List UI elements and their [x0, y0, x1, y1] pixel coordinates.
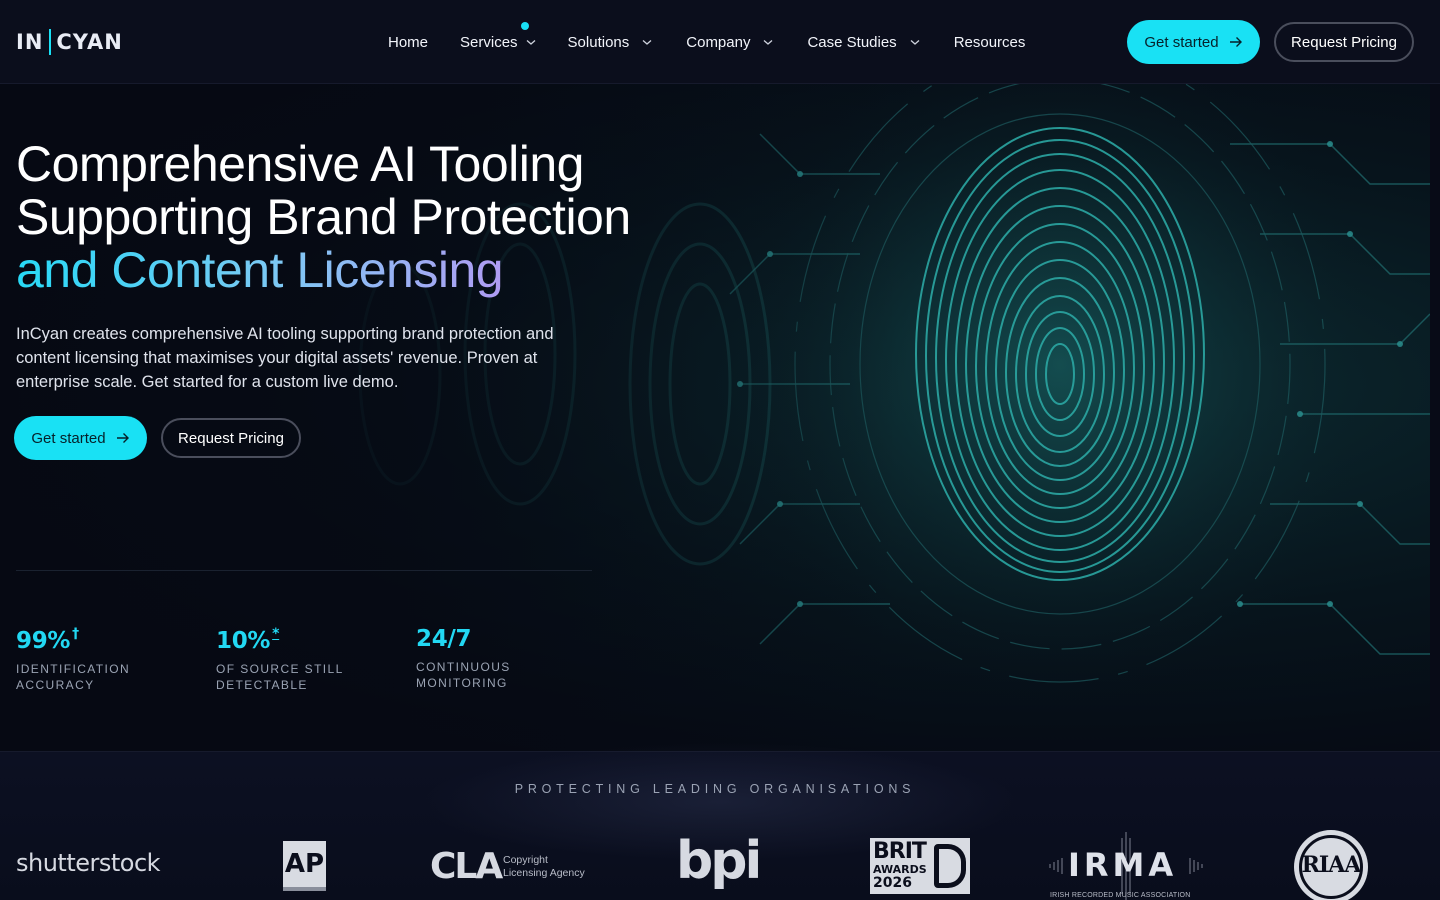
ap-logo: AP: [283, 841, 326, 891]
hero-title-line-1: Comprehensive AI Tooling: [16, 136, 584, 192]
header-get-started-button[interactable]: Get started: [1127, 20, 1260, 64]
stat-accuracy-value: 99% †: [16, 626, 176, 654]
nav-solutions-label: Solutions: [567, 33, 630, 51]
cla-logo-mark: CLA: [430, 846, 503, 887]
hero-request-pricing-button[interactable]: Request Pricing: [161, 418, 301, 458]
nav-solutions[interactable]: Solutions: [568, 34, 653, 51]
nav-company[interactable]: Company: [686, 34, 773, 51]
hero-get-started-label: Get started: [31, 429, 106, 447]
stat-monitoring-label: CONTINUOUS MONITORING: [416, 660, 511, 690]
hero-description: InCyan creates comprehensive AI tooling …: [16, 325, 554, 391]
nav-company-label: Company: [686, 33, 751, 51]
stat-detectable-footnote-mark[interactable]: *: [272, 626, 279, 642]
stat-accuracy-footnote-mark[interactable]: †: [72, 626, 79, 642]
brit-logo-text: BRIT: [873, 839, 927, 864]
hero-title-line-3: and Content Licensing: [16, 242, 504, 298]
hero-get-started-button[interactable]: Get started: [14, 416, 147, 460]
brit-logo-year: 2026: [873, 875, 912, 891]
cla-logo-sub2: Licensing Agency: [503, 867, 585, 879]
irma-logo-sub: IRISH RECORDED MUSIC ASSOCIATION: [1050, 892, 1191, 899]
new-indicator-dot: [521, 21, 530, 30]
hero-section: Comprehensive AI Tooling Supporting Bran…: [0, 84, 1430, 751]
nav-services[interactable]: Services: [460, 21, 536, 51]
header-get-started-label: Get started: [1144, 33, 1219, 51]
stats-divider: [16, 570, 592, 571]
chevron-down-icon: [910, 40, 920, 45]
logo-divider: [49, 29, 52, 55]
nav-resources[interactable]: Resources: [954, 34, 1026, 51]
cla-logo: CLA Copyright Licensing Agency: [430, 845, 590, 889]
chevron-down-icon: [764, 40, 773, 45]
stat-accuracy: 99% † IDENTIFICATION ACCURACY: [16, 626, 176, 693]
stat-detectable: 10% * OF SOURCE STILL DETECTABLE: [216, 626, 376, 693]
arrow-right-icon: [116, 433, 129, 443]
nav-home-label: Home: [388, 33, 429, 51]
hero-title: Comprehensive AI Tooling Supporting Bran…: [16, 138, 716, 297]
main-nav: Home Services Solutions Company Case Stu…: [388, 0, 1057, 84]
irma-logo: IRMA IRISH RECORDED MUSIC ASSOCIATION: [1046, 830, 1206, 900]
stat-detectable-number: 10%: [216, 628, 271, 654]
hero-request-pricing-label: Request Pricing: [178, 429, 284, 447]
stat-accuracy-label: IDENTIFICATION ACCURACY: [16, 662, 131, 692]
nav-services-label: Services: [460, 33, 518, 51]
nav-home[interactable]: Home: [388, 34, 428, 51]
nav-resources-label: Resources: [953, 33, 1026, 51]
bpi-logo: bpi: [676, 831, 762, 891]
logo-text-in: IN: [16, 30, 44, 54]
riaa-logo: RIAA: [1294, 830, 1368, 900]
partners-section: PROTECTING LEADING ORGANISATIONS shutter…: [0, 742, 1440, 900]
stat-monitoring: 24/7 CONTINUOUS MONITORING: [416, 626, 576, 691]
cla-logo-sub1: Copyright: [503, 854, 548, 866]
chevron-down-icon: [642, 40, 652, 45]
stat-accuracy-number: 99%: [16, 628, 71, 654]
ap-logo-text: AP: [284, 849, 325, 879]
header-request-pricing-button[interactable]: Request Pricing: [1274, 22, 1414, 62]
incyan-logo[interactable]: IN CYAN: [16, 29, 123, 55]
arrow-right-icon: [1229, 37, 1242, 47]
header-request-pricing-label: Request Pricing: [1291, 33, 1397, 51]
irma-logo-text: IRMA: [1068, 846, 1178, 884]
stat-monitoring-value: 24/7: [416, 626, 472, 652]
nav-case-studies-label: Case Studies: [807, 33, 897, 51]
partners-title: PROTECTING LEADING ORGANISATIONS: [514, 782, 916, 796]
site-header: IN CYAN Home Services Solutions Company …: [0, 0, 1440, 84]
riaa-logo-text: RIAA: [1301, 852, 1362, 878]
chevron-down-icon: [526, 40, 535, 45]
hero-title-line-2: Supporting Brand Protection: [16, 189, 631, 245]
brit-awards-logo: BRIT AWARDS 2026: [870, 838, 970, 894]
stat-detectable-value: 10% *: [216, 626, 376, 654]
logo-text-cyan: CYAN: [56, 30, 123, 54]
nav-case-studies[interactable]: Case Studies: [807, 33, 920, 51]
shutterstock-logo: shutterstock: [16, 849, 161, 877]
brit-logo-b-mark: [934, 844, 966, 888]
stat-detectable-label: OF SOURCE STILL DETECTABLE: [216, 662, 344, 692]
